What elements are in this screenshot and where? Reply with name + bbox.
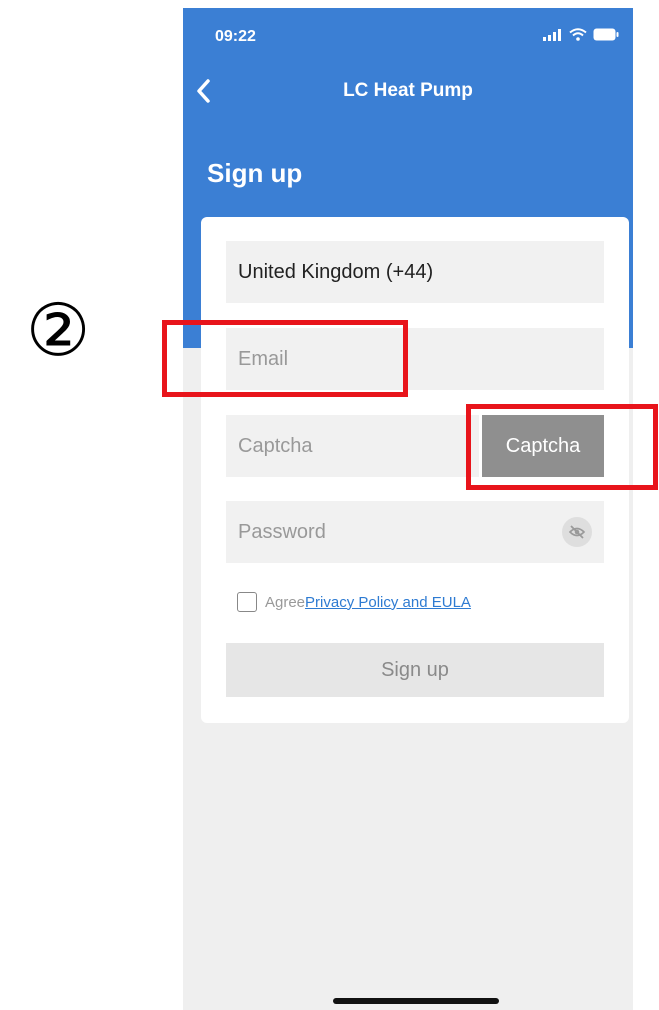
wifi-icon [569, 28, 587, 41]
step-number-marker: ② [25, 288, 91, 372]
agree-label: Agree [265, 593, 306, 611]
email-highlight-box [162, 320, 408, 397]
agree-row: Agree Privacy Policy and EULA [237, 592, 471, 612]
status-icons [543, 28, 619, 41]
phone-screen: 09:22 LC Heat Pump Sign up United Kingdo… [183, 8, 633, 1010]
status-time: 09:22 [215, 28, 256, 45]
nav-title: LC Heat Pump [343, 80, 473, 101]
password-placeholder: Password [238, 520, 326, 543]
captcha-field[interactable]: Captcha [226, 415, 479, 477]
home-indicator [333, 998, 499, 1004]
country-select[interactable]: United Kingdom (+44) [226, 241, 604, 303]
page-title: Sign up [207, 158, 303, 188]
signal-icon [543, 28, 561, 41]
captcha-button-highlight-box [466, 404, 658, 490]
agree-checkbox[interactable] [237, 592, 257, 612]
password-field[interactable]: Password [226, 501, 604, 563]
hide-password-icon[interactable] [562, 517, 592, 547]
privacy-policy-link[interactable]: Privacy Policy and EULA [305, 594, 471, 611]
battery-icon [593, 28, 619, 41]
signup-button[interactable]: Sign up [226, 643, 604, 697]
